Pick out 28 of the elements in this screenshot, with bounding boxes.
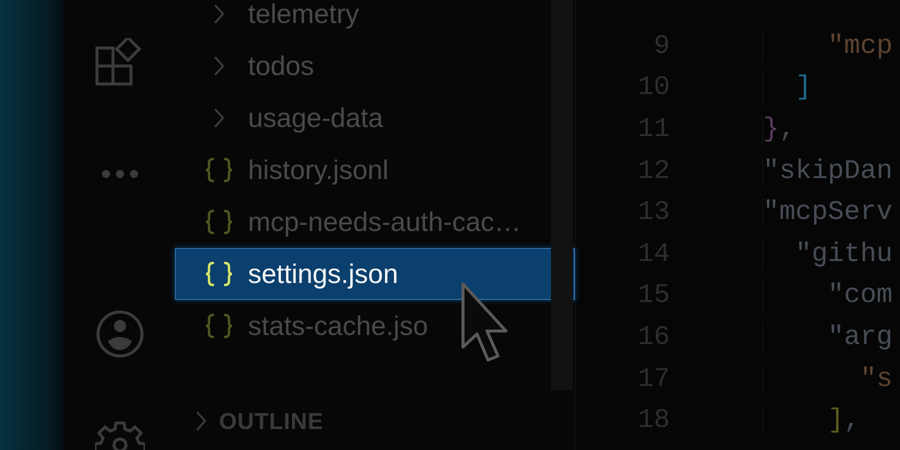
more-icon[interactable]	[100, 168, 138, 178]
json-braces-icon	[205, 261, 233, 287]
code-line: ],	[762, 406, 860, 436]
file-tree-item[interactable]: telemetry	[175, 0, 575, 40]
code-line: ]	[762, 73, 812, 104]
account-icon[interactable]	[94, 308, 144, 358]
chevron-icon	[213, 3, 225, 25]
chevron-icon	[195, 410, 207, 432]
json-braces-icon	[205, 209, 233, 235]
code-line: "mcpServ	[762, 198, 893, 228]
json-braces-icon	[205, 313, 233, 339]
chevron-icon	[213, 107, 225, 129]
code-line: "githu	[762, 240, 893, 270]
file-tree-item[interactable]: stats-cache.jso	[175, 300, 575, 352]
code-line: "skipDan	[762, 156, 893, 187]
scrollbar-thumb[interactable]	[551, 0, 573, 390]
file-tree-item[interactable]: usage-data	[175, 92, 575, 144]
file-tree-item[interactable]: settings.json	[175, 248, 575, 300]
file-tree-item[interactable]: history.jsonl	[175, 144, 575, 196]
code-line: "arg	[762, 322, 893, 353]
file-tree-item[interactable]: mcp-needs-auth-cac…	[175, 196, 575, 248]
code-line: "com	[762, 281, 893, 312]
code-line: "s	[762, 364, 893, 395]
code-line: "mcp	[762, 32, 893, 62]
chevron-icon	[213, 55, 225, 77]
json-braces-icon	[205, 157, 233, 183]
file-tree-item[interactable]: todos	[175, 40, 575, 92]
code-line: },	[762, 114, 796, 145]
